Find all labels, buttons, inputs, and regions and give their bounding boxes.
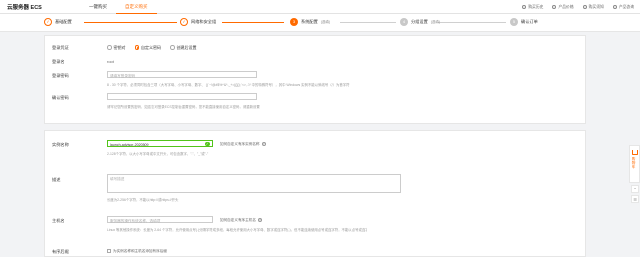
menu-button[interactable]: ☰ <box>631 195 639 203</box>
step-number: 3 <box>290 18 298 26</box>
shopping-cart-float[interactable]: 购物车 <box>629 145 640 183</box>
link-history-label: 购买历史 <box>528 4 544 9</box>
password-input[interactable]: 请填写登录密码 <box>107 71 257 78</box>
hostname-label: 主机名 <box>52 218 65 223</box>
link-history[interactable]: 购买历史 <box>522 5 543 10</box>
login-credential-label: 登录凭证 <box>52 45 69 50</box>
ordered-suffix-label: 有序后缀 <box>52 249 69 254</box>
confirm-password-hint: 请牢记您所设置的密码，如遗忘可登录ECS控制台重置密码，您不能直接使用自定义密码… <box>107 105 260 109</box>
description-textarea[interactable]: 填写描述 <box>107 174 401 193</box>
step-label: 确认订单 <box>521 19 538 24</box>
hostname-input[interactable]: 服务器的操作系统名称，选填项 <box>107 216 213 223</box>
ordered-suffix-checkbox[interactable]: 为实例名称和主机名添加有序后缀 <box>107 249 167 254</box>
notice-icon <box>582 5 587 9</box>
step-connector <box>340 22 396 23</box>
checkbox-box <box>107 248 111 253</box>
hostname-hint: Linux 等其他操作系统：长度为 2-64 个字符，允许使用点号(.)分隔字符… <box>107 228 367 232</box>
radio-circle <box>170 45 175 50</box>
step-system[interactable]: 3 系统配置 (选填) <box>290 18 330 26</box>
step-check-icon: ✓ <box>180 18 188 26</box>
step-basic[interactable]: ✓ 基础配置 <box>44 18 72 26</box>
radio-circle <box>107 45 112 50</box>
purchase-tabs: 一键购买 自定义购买 <box>80 0 157 14</box>
step-label: 网络和安全组 <box>191 19 217 24</box>
cart-label: 购物车 <box>632 157 636 169</box>
link-consult-label: 产品咨询 <box>618 4 634 9</box>
step-connector <box>222 22 284 23</box>
radio-label: 创建后设置 <box>176 44 197 50</box>
step-network[interactable]: ✓ 网络和安全组 <box>180 18 216 26</box>
link-notice[interactable]: 购买须知 <box>582 4 604 10</box>
radio-circle <box>134 45 139 50</box>
confirm-password-label: 确认密码 <box>52 95 69 100</box>
step-optional: (选填) <box>320 19 331 24</box>
instance-name-input[interactable]: launch-advisor-2020509 <box>107 140 213 147</box>
step-group[interactable]: 4 分组设置 (选填) <box>400 18 440 26</box>
step-number: 4 <box>400 18 408 26</box>
question-icon: ? <box>257 218 262 222</box>
link-price-label: 产品价格 <box>558 4 574 9</box>
instance-panel: 实例名称 launch-advisor-2020509 ✓ 如何自定义有序实例名… <box>44 130 586 257</box>
description-label: 描述 <box>52 177 61 182</box>
link-consult[interactable]: 产品咨询 <box>612 4 634 10</box>
radio-set-later[interactable]: 创建后设置 <box>170 45 197 51</box>
step-confirm[interactable]: 5 确认订单 <box>510 18 538 26</box>
step-label: 系统配置 <box>301 19 318 24</box>
hostname-help[interactable]: 如何自定义有序主机名? <box>220 218 262 223</box>
step-connector <box>438 22 506 23</box>
help-text: 如何自定义有序主机名 <box>220 217 256 222</box>
step-number: 5 <box>510 18 518 26</box>
confirm-password-input[interactable] <box>107 93 257 100</box>
radio-label: 密钥对 <box>113 44 126 50</box>
instance-name-help[interactable]: 如何自定义有序实例名称? <box>220 142 266 147</box>
top-bar: 云服务器 ECS 一键购买 自定义购买 购买历史 产品价格 购买须知 产品咨询 <box>0 0 640 14</box>
scroll-top-button[interactable]: ⌃ <box>631 185 639 193</box>
step-optional: (选填) <box>430 19 441 24</box>
link-price[interactable]: 产品价格 <box>552 4 574 10</box>
radio-label: 自定义密码 <box>141 44 161 50</box>
step-progress: ✓ 基础配置 ✓ 网络和安全组 3 系统配置 (选填) 4 分组设置 (选填) … <box>0 14 640 32</box>
question-icon: ? <box>261 142 266 146</box>
login-panel: 登录凭证 密钥对 自定义密码 创建后设置 登录名 root 登录密码 请填写登录… <box>44 35 586 124</box>
radio-keypair[interactable]: 密钥对 <box>107 45 126 51</box>
description-hint: 长度为2-256个字符，不能以http://或https://开头 <box>107 198 179 202</box>
step-check-icon: ✓ <box>44 18 52 26</box>
login-password-label: 登录密码 <box>52 73 69 78</box>
instance-name-hint: 2-128个字符，以大小写字母或中文开头，可包含数字、"."、"_"或"-" <box>107 152 209 156</box>
password-hint: 8 - 30 个字符，必须同时包含三项（大写字母、小写字母、数字、 ()`~!@… <box>107 83 350 87</box>
consult-icon <box>612 5 617 9</box>
history-icon <box>522 5 527 9</box>
tab-quick-buy[interactable]: 一键购买 <box>80 0 116 14</box>
cart-icon <box>631 150 638 155</box>
tab-custom-buy[interactable]: 自定义购买 <box>116 0 157 14</box>
instance-name-label: 实例名称 <box>52 142 69 147</box>
brand-title: 云服务器 ECS <box>7 5 42 11</box>
help-text: 如何自定义有序实例名称 <box>220 141 260 146</box>
login-credential-options: 密钥对 自定义密码 创建后设置 <box>107 45 206 51</box>
login-name-label: 登录名 <box>52 59 65 64</box>
link-notice-label: 购买须知 <box>588 4 604 9</box>
valid-check-icon: ✓ <box>205 141 210 146</box>
step-label: 基础配置 <box>55 19 72 24</box>
top-links: 购买历史 产品价格 购买须知 产品咨询 <box>522 0 634 14</box>
login-name-value: root <box>107 59 114 64</box>
step-connector <box>84 22 177 23</box>
price-icon <box>552 5 557 9</box>
checkbox-label: 为实例名称和主机名添加有序后缀 <box>113 248 167 253</box>
step-label: 分组设置 <box>411 19 428 24</box>
radio-custom-password[interactable]: 自定义密码 <box>134 44 161 51</box>
